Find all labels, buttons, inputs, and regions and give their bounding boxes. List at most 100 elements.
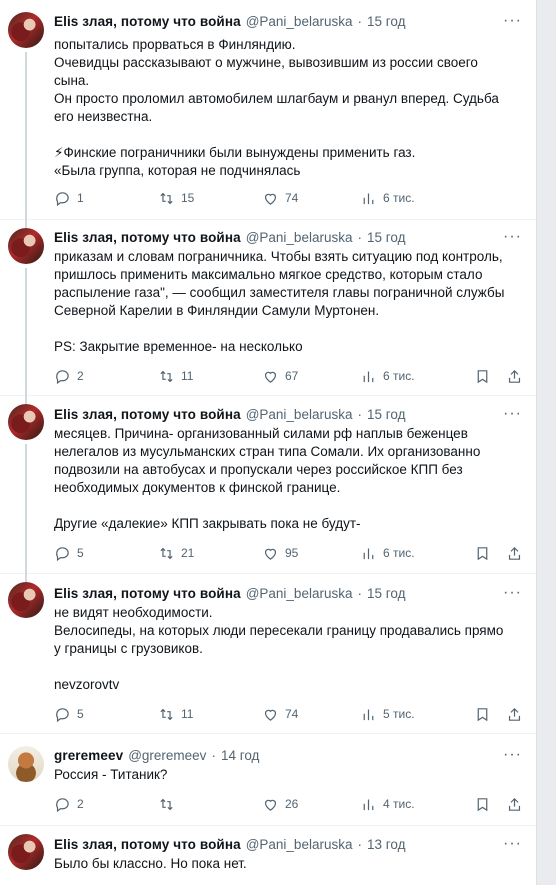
text-line: Другие «далекие» КПП закрывать пока не б… [54, 516, 361, 531]
text-line [54, 126, 522, 144]
text-line: ⚡Финские пограничники были вынуждены при… [54, 145, 416, 160]
bookmark-icon [477, 546, 488, 560]
retweet-button[interactable]: 21 [158, 545, 194, 562]
text-line: PS: Закрытие временное- на несколько [54, 339, 303, 354]
like-button[interactable]: 74 [262, 190, 298, 207]
tweet-header: Elis злая, потому что война @Pani_belaru… [54, 584, 522, 602]
bookmark-button[interactable] [474, 796, 491, 813]
more-options-icon[interactable]: ··· [503, 229, 522, 245]
text-line: Он просто проломил автомобилем шлагбаум … [54, 91, 499, 106]
tweet-timestamp[interactable]: 15 год [367, 586, 405, 601]
retweet-count: 11 [181, 707, 194, 721]
thread-connector-line [25, 444, 27, 574]
author-name[interactable]: Elis злая, потому что война [54, 230, 241, 245]
bookmark-button[interactable] [474, 545, 491, 562]
reply-button[interactable]: 5 [54, 706, 84, 723]
tweet-timestamp[interactable]: 15 год [367, 407, 405, 422]
more-options-icon[interactable]: ··· [503, 585, 522, 601]
reply-button[interactable]: 2 [54, 368, 84, 385]
tweet-6[interactable]: Elis злая, потому что война @Pani_belaru… [0, 826, 536, 885]
retweet-icon [160, 192, 173, 204]
tweet-timestamp[interactable]: 15 год [367, 230, 405, 245]
avatar[interactable] [8, 228, 44, 264]
text-line: Очевидцы рассказывают о мужчине, вывозив… [54, 55, 478, 70]
tweet-text: месяцев. Причина- организованный силами … [54, 425, 522, 533]
retweet-button[interactable] [158, 796, 181, 813]
tweet-header: Elis злая, потому что война @Pani_belaru… [54, 835, 522, 853]
author-handle[interactable]: @Pani_belaruska [246, 837, 353, 852]
text-line: у границы с грузовиков. [54, 641, 203, 656]
reply-icon [56, 546, 69, 561]
author-name[interactable]: Elis злая, потому что война [54, 837, 241, 852]
tweet-timestamp[interactable]: 14 год [221, 748, 259, 763]
retweet-button[interactable]: 11 [158, 368, 193, 385]
author-name[interactable]: Elis злая, потому что война [54, 14, 241, 29]
more-options-icon[interactable]: ··· [503, 747, 522, 763]
retweet-button[interactable]: 11 [158, 706, 193, 723]
author-name[interactable]: Elis злая, потому что война [54, 586, 241, 601]
text-line: пришлось применить максимально мягкое ср… [54, 267, 483, 282]
tweet-text: Россия - Титаник? [54, 766, 522, 784]
tweet-3[interactable]: Elis злая, потому что война @Pani_belaru… [0, 396, 536, 574]
tweet-header: Elis злая, потому что война @Pani_belaru… [54, 405, 522, 423]
text-line: Было бы классно. Но пока нет. [54, 856, 247, 871]
author-handle[interactable]: @Pani_belaruska [246, 407, 353, 422]
like-button[interactable]: 26 [262, 796, 298, 813]
author-handle[interactable]: @Pani_belaruska [246, 14, 353, 29]
scrollbar-track[interactable] [536, 0, 556, 885]
share-button[interactable] [506, 706, 523, 723]
text-line: его неизвестна. [54, 109, 153, 124]
avatar[interactable] [8, 834, 44, 870]
tweet-text: Было бы классно. Но пока нет. [54, 855, 522, 873]
tweet-5[interactable]: greremeev @greremeev · 14 год ··· Россия… [0, 734, 536, 826]
share-button[interactable] [506, 796, 523, 813]
views-button[interactable]: 6 тис. [360, 368, 415, 385]
more-options-icon[interactable]: ··· [503, 13, 522, 29]
author-name[interactable]: Elis злая, потому что война [54, 407, 241, 422]
tweet-4[interactable]: Elis злая, потому что война @Pani_belaru… [0, 574, 536, 734]
author-name[interactable]: greremeev [54, 748, 123, 763]
views-button[interactable]: 5 тис. [360, 706, 415, 723]
like-button[interactable]: 95 [262, 545, 298, 562]
separator-dot: · [211, 747, 216, 763]
bookmark-icon [477, 797, 488, 811]
avatar[interactable] [8, 746, 44, 782]
share-button[interactable] [506, 545, 523, 562]
retweet-icon [160, 370, 173, 382]
thread-connector-line [25, 52, 27, 220]
tweet-timestamp[interactable]: 15 год [367, 14, 405, 29]
retweet-count: 21 [181, 546, 195, 560]
text-line: Россия - Титаник? [54, 767, 168, 782]
tweet-actions: 2 11 67 6 тис. [54, 366, 522, 386]
text-line [54, 658, 522, 676]
avatar[interactable] [8, 404, 44, 440]
tweet-1[interactable]: Elis злая, потому что война @Pani_belaru… [0, 0, 536, 220]
avatar[interactable] [8, 582, 44, 618]
reply-button[interactable]: 2 [54, 796, 84, 813]
tweet-timestamp[interactable]: 13 год [367, 837, 405, 852]
more-options-icon[interactable]: ··· [503, 836, 522, 852]
bookmark-button[interactable] [474, 706, 491, 723]
tweet-2[interactable]: Elis злая, потому что война @Pani_belaru… [0, 220, 536, 396]
separator-dot: · [357, 585, 362, 601]
retweet-button[interactable]: 15 [158, 190, 194, 207]
bookmark-button[interactable] [474, 368, 491, 385]
share-button[interactable] [506, 368, 523, 385]
views-button[interactable]: 4 тис. [360, 796, 415, 813]
views-button[interactable]: 6 тис. [360, 545, 415, 562]
like-button[interactable]: 74 [262, 706, 298, 723]
reply-button[interactable]: 1 [54, 190, 84, 207]
text-line [54, 320, 522, 338]
more-options-icon[interactable]: ··· [503, 406, 522, 422]
avatar[interactable] [8, 12, 44, 48]
views-button[interactable]: 6 тис. [360, 190, 415, 207]
view-count: 4 тис. [383, 797, 415, 811]
reply-icon [56, 191, 69, 206]
author-handle[interactable]: @greremeev [128, 748, 206, 763]
author-handle[interactable]: @Pani_belaruska [246, 586, 353, 601]
bookmark-icon [477, 707, 488, 721]
retweet-icon [160, 547, 173, 559]
reply-button[interactable]: 5 [54, 545, 84, 562]
like-button[interactable]: 67 [262, 368, 298, 385]
author-handle[interactable]: @Pani_belaruska [246, 230, 353, 245]
